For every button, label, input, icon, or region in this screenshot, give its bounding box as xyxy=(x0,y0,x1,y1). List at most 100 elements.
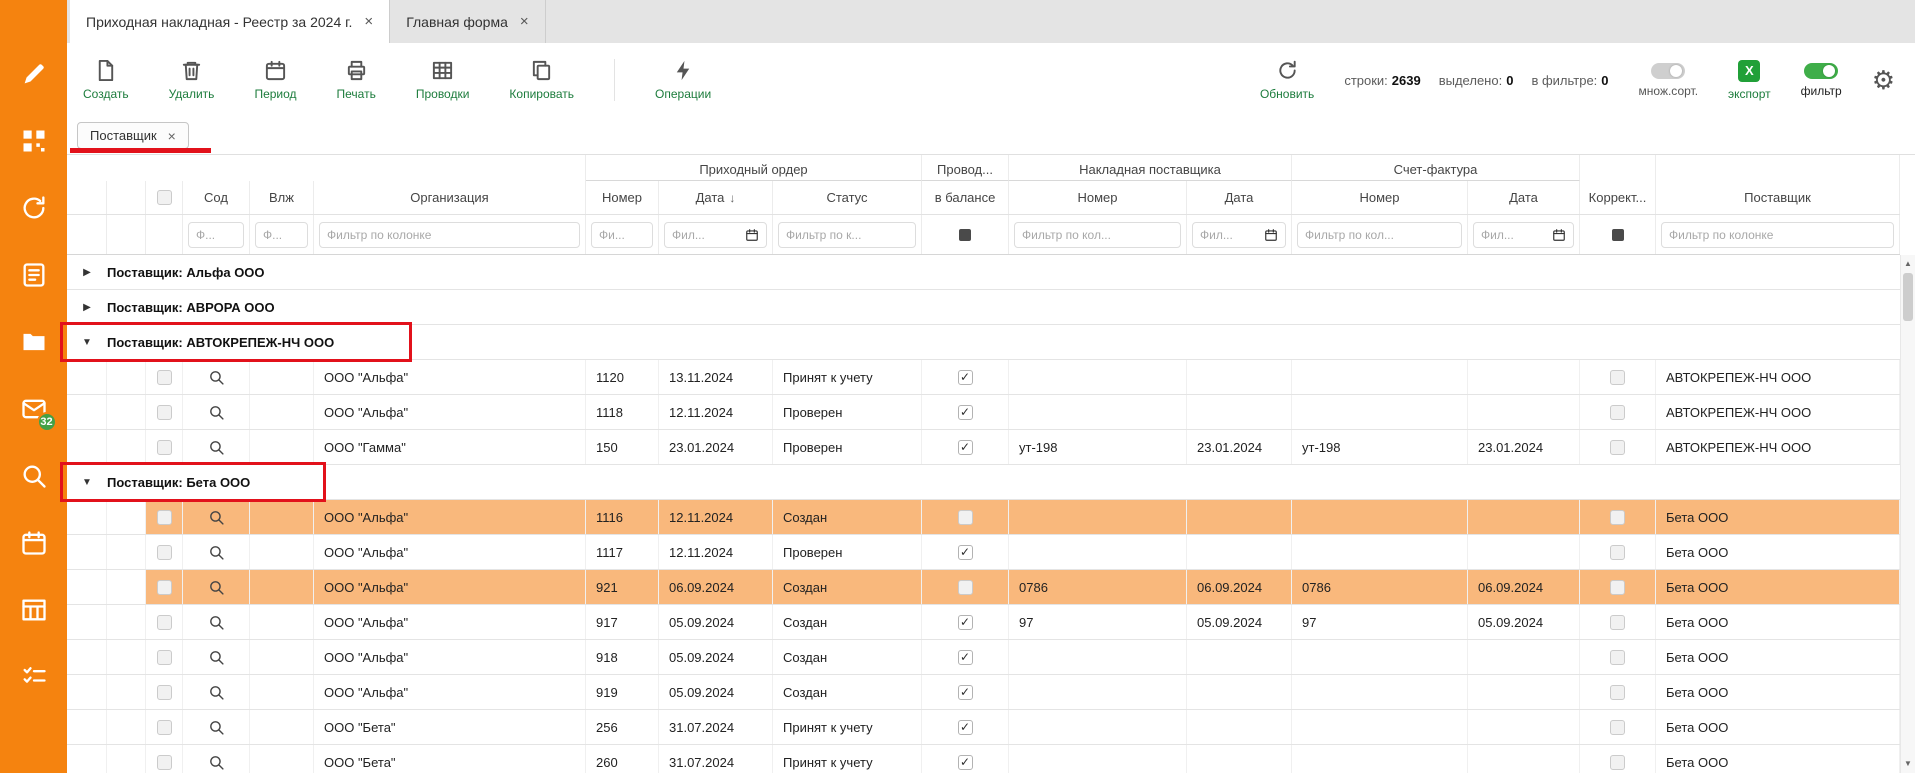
in-balance-checkbox[interactable]: ✓ xyxy=(958,720,973,735)
in-balance-checkbox[interactable]: ✓ xyxy=(958,755,973,770)
row-checkbox[interactable] xyxy=(157,405,172,420)
preview-magnifier-icon[interactable] xyxy=(208,614,225,631)
preview-magnifier-icon[interactable] xyxy=(208,369,225,386)
correction-checkbox[interactable] xyxy=(1610,650,1625,665)
filter-input-organization[interactable]: Фильтр по колонке xyxy=(319,222,580,248)
filter-input-status[interactable]: Фильтр по к... xyxy=(778,222,916,248)
row-checkbox[interactable] xyxy=(157,440,172,455)
filter-input-supplier_invoice_number[interactable]: Фильтр по кол... xyxy=(1014,222,1181,248)
preview-magnifier-icon[interactable] xyxy=(208,649,225,666)
select-all-checkbox[interactable] xyxy=(157,190,172,205)
scrollbar-thumb[interactable] xyxy=(1903,273,1913,321)
filter-input-supplier_invoice_date[interactable]: Фил... xyxy=(1192,222,1286,248)
tasks-checklist-icon[interactable] xyxy=(20,663,48,691)
filter-input-attachments[interactable]: Ф... xyxy=(255,222,308,248)
in-balance-checkbox[interactable]: ✓ xyxy=(958,405,973,420)
column-header-status[interactable]: Статус xyxy=(773,181,922,214)
preview-magnifier-icon[interactable] xyxy=(208,544,225,561)
correction-checkbox[interactable] xyxy=(1610,370,1625,385)
column-header-supplier_invoice_number[interactable]: Номер xyxy=(1009,181,1187,214)
printer-button[interactable]: Печать xyxy=(337,59,376,101)
folder-icon[interactable] xyxy=(20,328,48,356)
column-header-supplier_invoice_date[interactable]: Дата xyxy=(1187,181,1292,214)
chevron-down-icon[interactable]: ▼ xyxy=(67,337,107,348)
correction-checkbox[interactable] xyxy=(1610,755,1625,770)
filter-checkbox-in_balance[interactable] xyxy=(959,229,971,241)
filter-control[interactable]: фильтр xyxy=(1801,63,1842,98)
correction-checkbox[interactable] xyxy=(1610,615,1625,630)
row-checkbox[interactable] xyxy=(157,650,172,665)
group-row[interactable]: ▼Поставщик: АВТОКРЕПЕЖ-НЧ ООО xyxy=(67,325,1900,360)
filter-input-tax_invoice_number[interactable]: Фильтр по кол... xyxy=(1297,222,1462,248)
filter-input-content[interactable]: Ф... xyxy=(188,222,244,248)
postings-table-button[interactable]: Проводки xyxy=(416,59,470,101)
documents-list-icon[interactable] xyxy=(20,261,48,289)
sync-icon[interactable] xyxy=(20,194,48,222)
calendar-icon[interactable] xyxy=(745,228,759,242)
column-header-correction[interactable]: Коррект... xyxy=(1580,181,1656,214)
correction-checkbox[interactable] xyxy=(1610,720,1625,735)
row-checkbox[interactable] xyxy=(157,580,172,595)
preview-magnifier-icon[interactable] xyxy=(208,684,225,701)
group-row[interactable]: ▶Поставщик: Альфа ООО xyxy=(67,255,1900,290)
in-balance-checkbox[interactable]: ✓ xyxy=(958,615,973,630)
close-icon[interactable]: × xyxy=(168,129,176,143)
in-balance-checkbox[interactable]: ✓ xyxy=(958,650,973,665)
group-row[interactable]: ▼Поставщик: Бета ООО xyxy=(67,465,1900,500)
preview-magnifier-icon[interactable] xyxy=(208,719,225,736)
filter-input-order_date[interactable]: Фил... xyxy=(664,222,767,248)
column-header-expander[interactable] xyxy=(67,181,107,214)
correction-checkbox[interactable] xyxy=(1610,510,1625,525)
row-checkbox[interactable] xyxy=(157,545,172,560)
row-checkbox[interactable] xyxy=(157,720,172,735)
close-icon[interactable]: × xyxy=(364,14,373,29)
in-balance-checkbox[interactable] xyxy=(958,580,973,595)
chevron-right-icon[interactable]: ▶ xyxy=(67,302,107,313)
excel-export-icon[interactable]: X xyxy=(1738,60,1760,82)
search-icon[interactable] xyxy=(20,462,48,490)
refresh-button[interactable]: Обновить xyxy=(1260,59,1314,101)
column-header-content[interactable]: Сод xyxy=(183,181,250,214)
group-row[interactable]: ▶Поставщик: АВРОРА ООО xyxy=(67,290,1900,325)
row-checkbox[interactable] xyxy=(157,755,172,770)
calendar-icon[interactable] xyxy=(1552,228,1566,242)
filter-checkbox-correction[interactable] xyxy=(1612,229,1624,241)
correction-checkbox[interactable] xyxy=(1610,685,1625,700)
correction-checkbox[interactable] xyxy=(1610,440,1625,455)
trash-button[interactable]: Удалить xyxy=(169,59,215,101)
table-row[interactable]: ООО "Бета"25631.07.2024Принят к учету✓Бе… xyxy=(67,710,1900,745)
multi-sort-toggle[interactable] xyxy=(1651,63,1685,79)
filter-input-tax_invoice_date[interactable]: Фил... xyxy=(1473,222,1574,248)
grouping-chip-supplier[interactable]: Поставщик × xyxy=(77,122,189,149)
column-header-order_date[interactable]: Дата↓ xyxy=(659,181,773,214)
row-checkbox[interactable] xyxy=(157,510,172,525)
filter-toggle[interactable] xyxy=(1804,63,1838,79)
chevron-down-icon[interactable]: ▼ xyxy=(67,477,107,488)
in-balance-checkbox[interactable]: ✓ xyxy=(958,545,973,560)
correction-checkbox[interactable] xyxy=(1610,545,1625,560)
table-row[interactable]: ООО "Бета"26031.07.2024Принят к учету✓Бе… xyxy=(67,745,1900,773)
tab-2[interactable]: Главная форма× xyxy=(390,0,545,43)
calendar-icon[interactable] xyxy=(1264,228,1278,242)
new-document-button[interactable]: Создать xyxy=(83,59,129,101)
row-checkbox[interactable] xyxy=(157,615,172,630)
column-header-supplier[interactable]: Поставщик xyxy=(1656,181,1900,214)
row-checkbox[interactable] xyxy=(157,370,172,385)
export-control[interactable]: X экспорт xyxy=(1728,60,1771,101)
filter-input-supplier[interactable]: Фильтр по колонке xyxy=(1661,222,1894,248)
filter-input-order_number[interactable]: Фи... xyxy=(591,222,653,248)
column-header-organization[interactable]: Организация xyxy=(314,181,586,214)
in-balance-checkbox[interactable]: ✓ xyxy=(958,370,973,385)
column-header-select[interactable] xyxy=(146,181,183,214)
scroll-up-icon[interactable]: ▲ xyxy=(1901,257,1915,271)
table-row[interactable]: ООО "Альфа"92106.09.2024Создан078606.09.… xyxy=(67,570,1900,605)
in-balance-checkbox[interactable] xyxy=(958,510,973,525)
modules-grid-icon[interactable] xyxy=(20,127,48,155)
column-header-spacer[interactable] xyxy=(107,181,146,214)
column-header-in_balance[interactable]: в балансе xyxy=(922,181,1009,214)
in-balance-checkbox[interactable]: ✓ xyxy=(958,685,973,700)
chevron-right-icon[interactable]: ▶ xyxy=(67,267,107,278)
table-row[interactable]: ООО "Гамма"15023.01.2024Проверен✓ут-1982… xyxy=(67,430,1900,465)
preview-magnifier-icon[interactable] xyxy=(208,579,225,596)
correction-checkbox[interactable] xyxy=(1610,405,1625,420)
